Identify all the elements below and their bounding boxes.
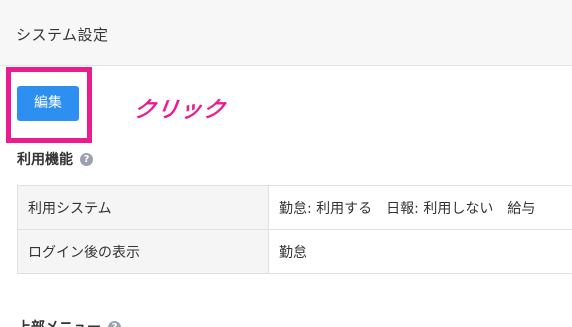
section-title-label: 上部メニュー — [17, 317, 101, 327]
row-label-login-display: ログイン後の表示 — [17, 229, 269, 274]
edit-button[interactable]: 編集 — [17, 86, 79, 121]
table-row: ログイン後の表示 勤怠 — [17, 229, 572, 274]
section-title-top-menu: 上部メニュー ? — [17, 317, 121, 327]
features-table: 利用システム 勤怠: 利用する 日報: 利用しない 給与 ログイン後の表示 勤怠 — [17, 185, 572, 274]
row-value-system: 勤怠: 利用する 日報: 利用しない 給与 — [268, 185, 572, 230]
help-icon[interactable]: ? — [108, 320, 121, 327]
click-annotation-text: クリック — [131, 98, 228, 123]
row-label-system: 利用システム — [17, 185, 269, 230]
section-title-features: 利用機能 ? — [17, 149, 93, 169]
page-title: システム設定 — [16, 26, 109, 44]
section-title-label: 利用機能 — [17, 152, 73, 168]
help-icon[interactable]: ? — [80, 152, 93, 166]
page-header: システム設定 — [0, 0, 572, 66]
row-value-login-display: 勤怠 — [268, 229, 572, 274]
system-settings-page: システム設定 編集 クリック 利用機能 ? 利用システム 勤怠: 利用する 日報… — [0, 0, 572, 327]
table-row: 利用システム 勤怠: 利用する 日報: 利用しない 給与 — [17, 185, 572, 230]
